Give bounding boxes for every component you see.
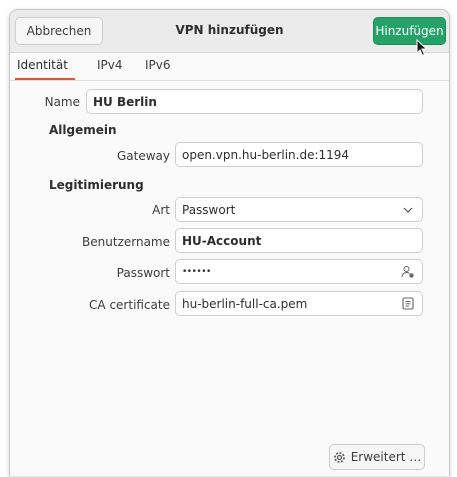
username-value: HU-Account — [182, 233, 262, 248]
header-bar: Abbrechen VPN hinzufügen Hinzufügen — [10, 10, 449, 53]
ca-cert-field[interactable]: hu-berlin-full-ca.pem — [175, 291, 423, 316]
gateway-label: Gateway — [116, 149, 170, 163]
password-field[interactable]: •••••• — [175, 259, 423, 284]
add-button[interactable]: Hinzufügen — [373, 17, 446, 45]
mouse-cursor-icon — [416, 39, 428, 57]
ca-cert-label: CA certificate — [89, 298, 170, 312]
username-field[interactable]: HU-Account — [175, 228, 423, 253]
tab-identity[interactable]: Identität — [15, 53, 75, 80]
name-label: Name — [44, 95, 80, 109]
tab-ipv4[interactable]: IPv4 — [97, 53, 123, 80]
ca-cert-value: hu-berlin-full-ca.pem — [182, 296, 308, 311]
auth-type-select[interactable]: Passwort — [175, 197, 423, 222]
vpn-dialog: Abbrechen VPN hinzufügen Hinzufügen Iden… — [9, 9, 450, 476]
username-label: Benutzername — [82, 235, 170, 249]
gateway-field[interactable]: open.vpn.hu-berlin.de:1194 — [175, 142, 423, 167]
file-chooser-icon[interactable] — [400, 296, 416, 312]
auth-type-label: Art — [152, 203, 170, 217]
tab-ipv6[interactable]: IPv6 — [145, 53, 171, 80]
auth-section-heading: Legitimierung — [49, 178, 144, 192]
name-value: HU Berlin — [93, 94, 157, 109]
advanced-button[interactable]: Erweitert … — [329, 444, 425, 470]
user-key-icon[interactable] — [400, 264, 416, 280]
chevron-down-icon — [400, 202, 416, 218]
general-section-heading: Allgemein — [49, 123, 117, 137]
gear-icon — [333, 451, 346, 464]
name-field[interactable]: HU Berlin — [86, 89, 423, 114]
password-value: •••••• — [182, 266, 211, 277]
auth-type-value: Passwort — [182, 202, 236, 217]
password-label: Passwort — [116, 266, 170, 280]
tab-bar: Identität IPv4 IPv6 — [10, 53, 449, 81]
gateway-value: open.vpn.hu-berlin.de:1194 — [182, 147, 350, 162]
advanced-button-label: Erweitert … — [350, 450, 422, 464]
